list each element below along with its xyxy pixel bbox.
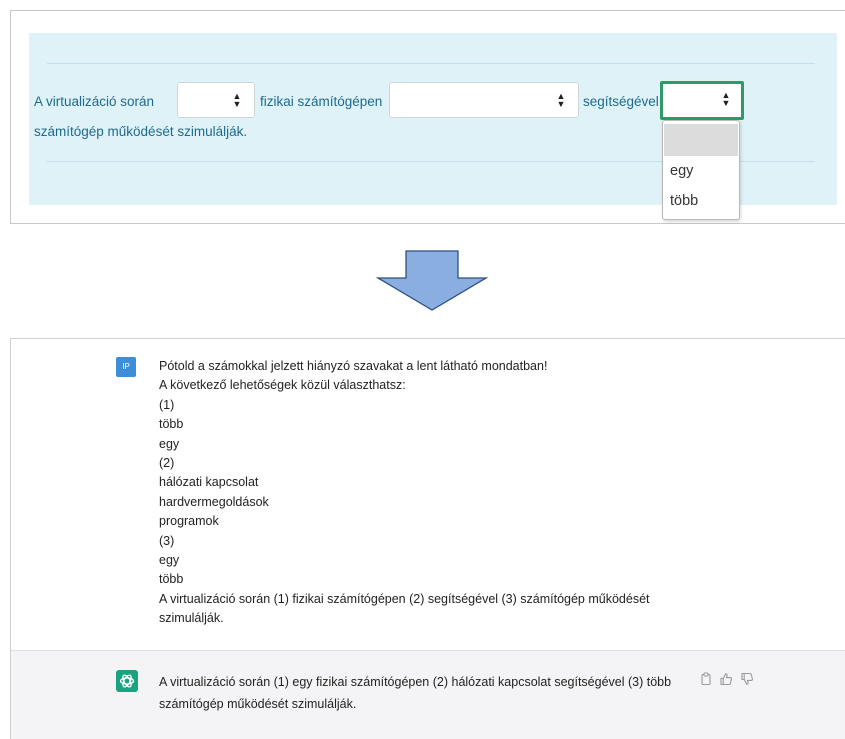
thumbs-up-icon[interactable] <box>719 672 733 686</box>
message-line: (2) <box>159 455 175 470</box>
message-line: (3) <box>159 533 175 548</box>
message-line: A virtualizáció során (1) egy fizikai sz… <box>159 675 672 689</box>
thumbs-down-icon[interactable] <box>740 672 754 686</box>
blank-select-3[interactable]: ▲ ▼ <box>660 81 744 120</box>
openai-logo-icon <box>116 670 138 692</box>
message-line: szimulálják. <box>159 611 224 626</box>
select-dropdown-list: egy több <box>662 120 740 220</box>
message-line: (1) <box>159 397 175 412</box>
message-line: hálózati kapcsolat <box>159 475 259 490</box>
user-avatar: IP <box>116 357 136 377</box>
sentence-part-2: fizikai számítógépen <box>260 94 383 109</box>
user-message: Pótold a számokkal jelzett hiányzó szava… <box>159 359 650 630</box>
dropdown-option-tobb[interactable]: több <box>670 193 698 209</box>
select-caret-icon: ▲ ▼ <box>721 90 731 108</box>
message-line: Pótold a számokkal jelzett hiányzó szava… <box>159 359 548 373</box>
message-line: A következő lehetőségek közül választhat… <box>159 378 406 393</box>
blank-select-1[interactable]: ▲ ▼ <box>177 82 255 118</box>
message-line: A virtualizáció során (1) fizikai számít… <box>159 591 650 606</box>
assistant-message: A virtualizáció során (1) egy fizikai sz… <box>159 675 699 719</box>
message-line: több <box>159 417 184 432</box>
sentence-part-1: A virtualizáció során <box>34 94 155 109</box>
message-line: programok <box>159 514 219 529</box>
down-arrow-icon <box>376 250 488 311</box>
message-line: egy <box>159 552 180 567</box>
message-line: számítógép működését szimulálják. <box>159 697 357 711</box>
blank-select-2[interactable]: ▲ ▼ <box>389 82 579 118</box>
select-caret-icon: ▲ ▼ <box>556 91 566 109</box>
select-caret-icon: ▲ ▼ <box>232 91 242 109</box>
sentence-part-4: számítógép működését szimulálják. <box>34 124 248 139</box>
copy-icon[interactable] <box>699 672 713 686</box>
divider <box>47 63 815 64</box>
message-line: egy <box>159 436 180 451</box>
dropdown-option-egy[interactable]: egy <box>670 163 693 179</box>
message-line: hardvermegoldások <box>159 494 269 509</box>
sentence-part-3: segítségével <box>583 94 659 109</box>
message-line: több <box>159 572 184 587</box>
dropdown-option-empty[interactable] <box>664 124 738 156</box>
